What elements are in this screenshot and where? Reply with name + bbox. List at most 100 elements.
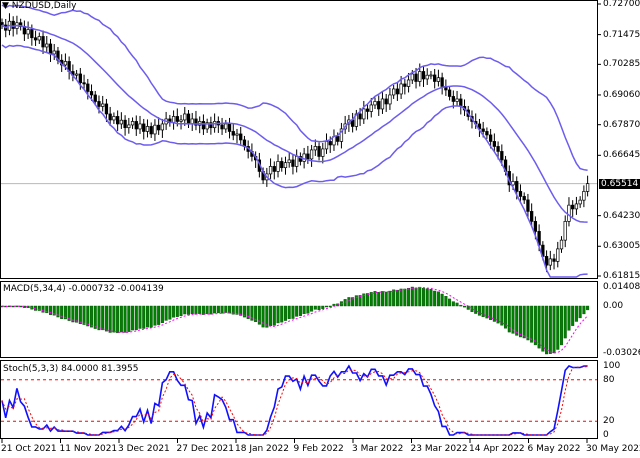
dropdown-triangle-icon[interactable]: ▼: [2, 1, 9, 11]
candle-bear: [530, 211, 534, 222]
bollinger-upper-band: [1, 4, 588, 171]
macd-histogram-bar: [272, 305, 276, 326]
candle-bear: [227, 123, 232, 132]
candle-bull: [410, 73, 414, 81]
macd-histogram-bar: [123, 305, 127, 333]
candle-bull: [153, 124, 157, 135]
date-axis-label: 30 May 2022: [586, 444, 640, 454]
stoch-main-line: [1, 364, 588, 436]
chart-canvas[interactable]: [0, 0, 640, 458]
candle-bull: [313, 146, 317, 151]
candle-bear: [485, 131, 489, 136]
candle-bear: [272, 166, 276, 172]
macd-histogram-bar: [556, 305, 560, 350]
macd-histogram-bar: [198, 305, 202, 314]
date-axis-label: 23 Mar 2022: [410, 444, 468, 454]
candle-bull: [585, 183, 590, 192]
macd-histogram-bar: [201, 305, 205, 315]
macd-histogram-bar: [291, 305, 295, 319]
candle-bull: [429, 74, 433, 77]
candle-bull: [26, 29, 30, 35]
macd-histogram-bar: [216, 305, 220, 314]
candle-bear: [522, 196, 526, 201]
macd-histogram-bar: [220, 305, 224, 314]
macd-histogram-bar: [421, 288, 425, 307]
macd-histogram-bar: [321, 305, 325, 309]
macd-histogram-bar: [186, 305, 190, 315]
candle-bear: [403, 83, 407, 87]
candle-bear: [108, 113, 112, 121]
candle-bear: [395, 88, 400, 95]
macd-histogram-bar: [586, 305, 590, 311]
macd-histogram-bar: [205, 305, 209, 315]
candle-bull: [582, 191, 586, 201]
macd-histogram-bar: [463, 305, 467, 308]
candle-bull: [112, 116, 116, 121]
macd-histogram-bar: [183, 305, 187, 315]
macd-histogram-bar: [138, 305, 142, 329]
macd-histogram-bar: [477, 305, 481, 316]
macd-histogram-bar: [399, 288, 403, 307]
candle-bear: [142, 123, 146, 132]
candle-bear: [93, 94, 97, 102]
macd-histogram-bar: [280, 305, 284, 323]
candle-bull: [276, 161, 280, 172]
candle-bear: [123, 119, 127, 129]
candle-bull: [52, 50, 56, 55]
candle-bull: [127, 124, 131, 129]
macd-histogram-bar: [265, 305, 269, 328]
macd-histogram-bar: [384, 291, 388, 307]
macd-histogram-bar: [78, 305, 82, 325]
candle-bear: [544, 256, 549, 266]
candle-bear: [336, 136, 340, 142]
candle-bear: [447, 89, 452, 97]
candle-bear: [317, 146, 321, 157]
macd-histogram-bar: [407, 287, 411, 307]
macd-histogram-bar: [160, 305, 164, 324]
candle-bull: [399, 83, 403, 95]
candle-bull: [556, 248, 560, 262]
price-axis-label: 0.69060: [603, 89, 640, 100]
candle-bear: [41, 36, 45, 48]
candle-bull: [302, 153, 306, 162]
candle-bear: [30, 29, 34, 39]
price-axis-label: 0.71475: [603, 29, 640, 40]
candle-bull: [309, 149, 314, 160]
macd-histogram-bar: [112, 305, 116, 333]
macd-histogram-bar: [48, 305, 52, 315]
candle-bear: [291, 159, 295, 167]
candle-bull: [373, 101, 377, 106]
stoch-label: Stoch(5,3,3) 84.0000 81.3955: [3, 364, 139, 374]
candle-bear: [239, 133, 243, 141]
macd-histogram-bar: [41, 305, 45, 313]
macd-histogram-bar: [571, 305, 575, 326]
macd-histogram-bar: [489, 305, 493, 321]
date-axis-label: 21 Oct 2021: [1, 444, 57, 454]
macd-histogram-bar: [522, 305, 526, 339]
macd-histogram-bar: [190, 305, 194, 314]
macd-histogram-bar: [175, 305, 179, 317]
candle-bull: [45, 43, 49, 48]
macd-histogram-bar: [455, 302, 459, 307]
stoch-signal-line: [1, 366, 588, 436]
candle-bear: [496, 146, 500, 152]
macd-histogram-bar: [481, 305, 485, 318]
macd-histogram-bar: [328, 305, 332, 308]
candle-bull: [37, 36, 41, 41]
current-price-label: 0.65514: [599, 178, 640, 189]
macd-histogram-bar: [306, 305, 310, 314]
candle-bull: [388, 94, 392, 105]
candle-bull: [455, 98, 459, 102]
candle-bear: [518, 191, 523, 197]
candle-bull: [321, 148, 325, 157]
macd-histogram-bar: [86, 305, 90, 327]
candle-bear: [48, 43, 53, 55]
candle-bear: [78, 73, 82, 84]
price-axis-label: 0.63005: [603, 241, 640, 252]
macd-histogram-bar: [134, 305, 138, 331]
candle-bear: [433, 74, 437, 82]
candle-bull: [559, 239, 564, 250]
candle-bull: [179, 119, 183, 122]
candle-bear: [82, 82, 86, 85]
macd-histogram-bar: [470, 305, 474, 312]
